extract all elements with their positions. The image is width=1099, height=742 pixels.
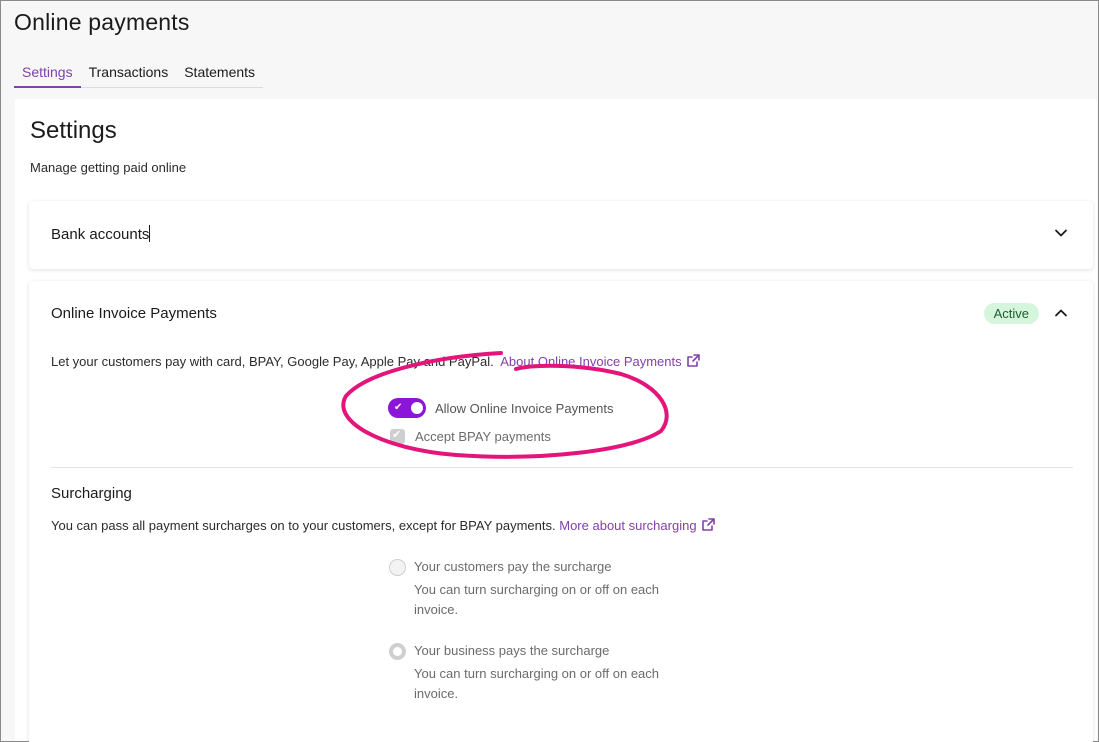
- bank-accounts-title: Bank accounts: [51, 225, 151, 243]
- accept-bpay-label: Accept BPAY payments: [415, 429, 551, 444]
- surcharging-title: Surcharging: [51, 485, 132, 502]
- settings-subtitle: Manage getting paid online: [30, 160, 187, 175]
- customers-pay-surcharge-option[interactable]: Your customers pay the surcharge You can…: [389, 558, 704, 620]
- check-icon: ✔: [394, 402, 403, 413]
- online-invoice-payments-title: Online Invoice Payments: [51, 305, 217, 322]
- page-title: Online payments: [14, 9, 190, 35]
- settings-heading: Settings: [30, 117, 117, 144]
- business-pays-surcharge-radio[interactable]: [389, 643, 406, 660]
- radio-text: Your business pays the surcharge You can…: [414, 642, 704, 704]
- toggle-knob: [411, 402, 423, 414]
- bank-accounts-card[interactable]: Bank accounts: [29, 201, 1093, 269]
- tab-statements[interactable]: Statements: [176, 60, 263, 88]
- surcharging-description: You can pass all payment surcharges on t…: [51, 517, 716, 533]
- allow-online-invoice-payments-label: Allow Online Invoice Payments: [435, 400, 614, 416]
- customers-pay-surcharge-label: Your customers pay the surcharge: [414, 559, 612, 574]
- business-pays-surcharge-option[interactable]: Your business pays the surcharge You can…: [389, 642, 704, 704]
- about-online-invoice-payments-link[interactable]: About Online Invoice Payments: [500, 354, 700, 369]
- bank-accounts-label: Bank accounts: [51, 226, 150, 243]
- divider: [51, 467, 1073, 468]
- about-link-text: About Online Invoice Payments: [500, 354, 682, 369]
- business-pays-surcharge-hint: You can turn surcharging on or off on ea…: [414, 666, 660, 701]
- allow-online-invoice-payments-toggle[interactable]: ✔: [388, 398, 426, 418]
- business-pays-surcharge-label: Your business pays the surcharge: [414, 643, 610, 658]
- tab-bar: Settings Transactions Statements: [14, 60, 264, 88]
- external-link-icon: [701, 518, 715, 531]
- tab-transactions[interactable]: Transactions: [81, 60, 177, 88]
- description-text: Let your customers pay with card, BPAY, …: [51, 354, 494, 369]
- allow-online-invoice-payments-row: ✔ Allow Online Invoice Payments: [388, 398, 613, 418]
- chevron-down-icon[interactable]: [1051, 223, 1071, 243]
- settings-panel: Settings Manage getting paid online Bank…: [15, 99, 1097, 742]
- external-link-icon: [686, 354, 700, 367]
- chevron-up-icon[interactable]: [1051, 303, 1071, 323]
- status-badge: Active: [983, 303, 1039, 324]
- tab-settings[interactable]: Settings: [14, 60, 81, 88]
- more-link-text: More about surcharging: [559, 518, 697, 533]
- text-cursor: [149, 225, 151, 242]
- radio-text: Your customers pay the surcharge You can…: [414, 558, 704, 620]
- customers-pay-surcharge-hint: You can turn surcharging on or off on ea…: [414, 582, 660, 617]
- surcharging-description-text: You can pass all payment surcharges on t…: [51, 518, 556, 533]
- customers-pay-surcharge-radio[interactable]: [389, 559, 406, 576]
- accept-bpay-row: ✔ Accept BPAY payments: [390, 429, 551, 444]
- online-invoice-payments-description: Let your customers pay with card, BPAY, …: [51, 353, 701, 369]
- more-about-surcharging-link[interactable]: More about surcharging: [559, 518, 715, 533]
- check-icon: ✔: [392, 429, 402, 441]
- accept-bpay-checkbox[interactable]: ✔: [390, 429, 405, 444]
- online-invoice-payments-card: Online Invoice Payments Active Let your …: [29, 281, 1093, 742]
